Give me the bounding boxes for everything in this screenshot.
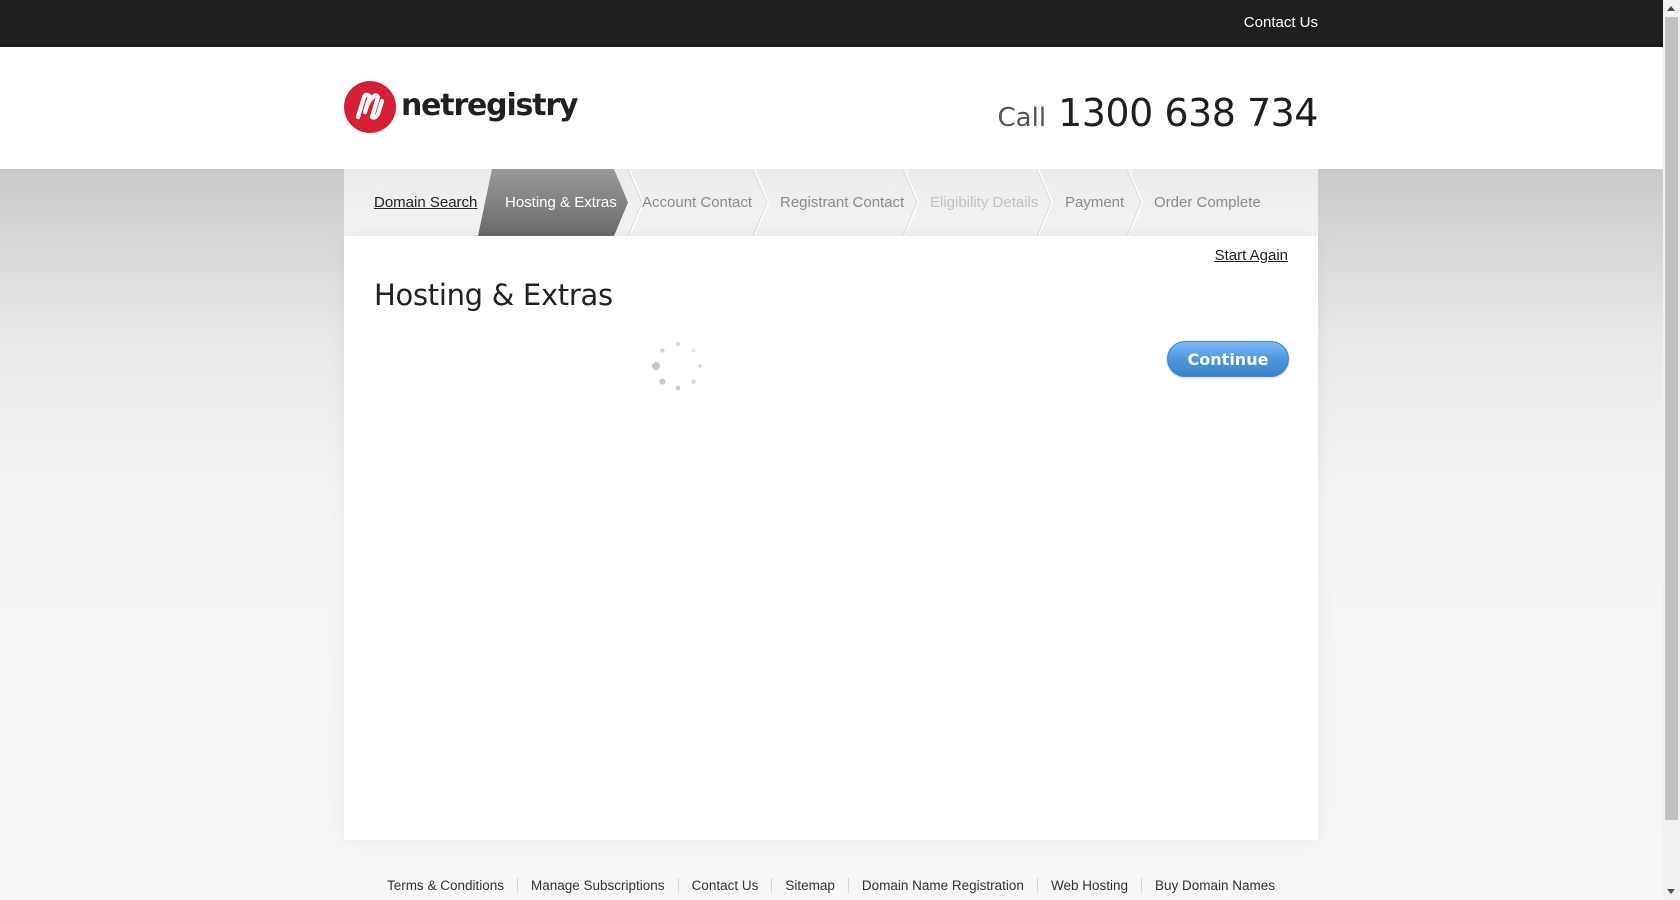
footer-link-contact-us[interactable]: Contact Us — [677, 878, 772, 893]
step-separator-icon — [753, 169, 769, 236]
continue-button[interactable]: Continue — [1167, 341, 1289, 377]
phone-callout: Call 1300 638 734 — [997, 91, 1319, 135]
step-separator-icon — [903, 169, 919, 236]
step-eligibility-details: Eligibility Details — [930, 194, 1039, 211]
step-order-complete: Order Complete — [1154, 194, 1261, 211]
site-header: netregistry Call 1300 638 734 — [0, 47, 1663, 169]
footer-link-buy-domain-names[interactable]: Buy Domain Names — [1141, 878, 1289, 893]
page-title: Hosting & Extras — [374, 278, 613, 312]
footer-link-domain-name-registration[interactable]: Domain Name Registration — [847, 878, 1037, 893]
scroll-down-icon[interactable] — [1667, 889, 1675, 894]
loading-spinner-icon — [652, 342, 702, 391]
brand-name: netregistry — [401, 87, 578, 123]
checkout-steps: Domain Search Hosting & Extras Account C… — [344, 169, 1318, 236]
step-separator-icon — [1127, 169, 1143, 236]
step-domain-search[interactable]: Domain Search — [374, 169, 477, 236]
footer-link-web-hosting[interactable]: Web Hosting — [1036, 878, 1141, 893]
top-bar: Contact Us — [0, 0, 1663, 47]
call-label: Call — [997, 103, 1047, 133]
netregistry-logo[interactable]: netregistry — [344, 81, 578, 133]
step-account-contact: Account Contact — [642, 194, 753, 211]
step-hosting-extras: Hosting & Extras — [478, 169, 628, 236]
step-separator-icon — [1037, 169, 1053, 236]
main-panel: Start Again Hosting & Extras Continue — [344, 236, 1318, 840]
footer-links: Terms & Conditions Manage Subscriptions Co… — [344, 878, 1318, 900]
phone-number[interactable]: 1300 638 734 — [1058, 91, 1318, 135]
step-registrant-contact: Registrant Contact — [780, 194, 905, 211]
scrollbar-thumb[interactable] — [1665, 17, 1678, 820]
footer-link-terms[interactable]: Terms & Conditions — [374, 878, 517, 893]
step-payment: Payment — [1065, 194, 1125, 211]
footer-link-sitemap[interactable]: Sitemap — [771, 878, 848, 893]
netregistry-logo-icon — [344, 81, 396, 133]
vertical-scrollbar[interactable] — [1663, 0, 1680, 900]
footer-link-manage-subscriptions[interactable]: Manage Subscriptions — [516, 878, 678, 893]
top-contact-us-link[interactable]: Contact Us — [1244, 14, 1318, 31]
start-again-link[interactable]: Start Again — [1215, 247, 1288, 264]
scroll-up-icon[interactable] — [1667, 6, 1675, 11]
